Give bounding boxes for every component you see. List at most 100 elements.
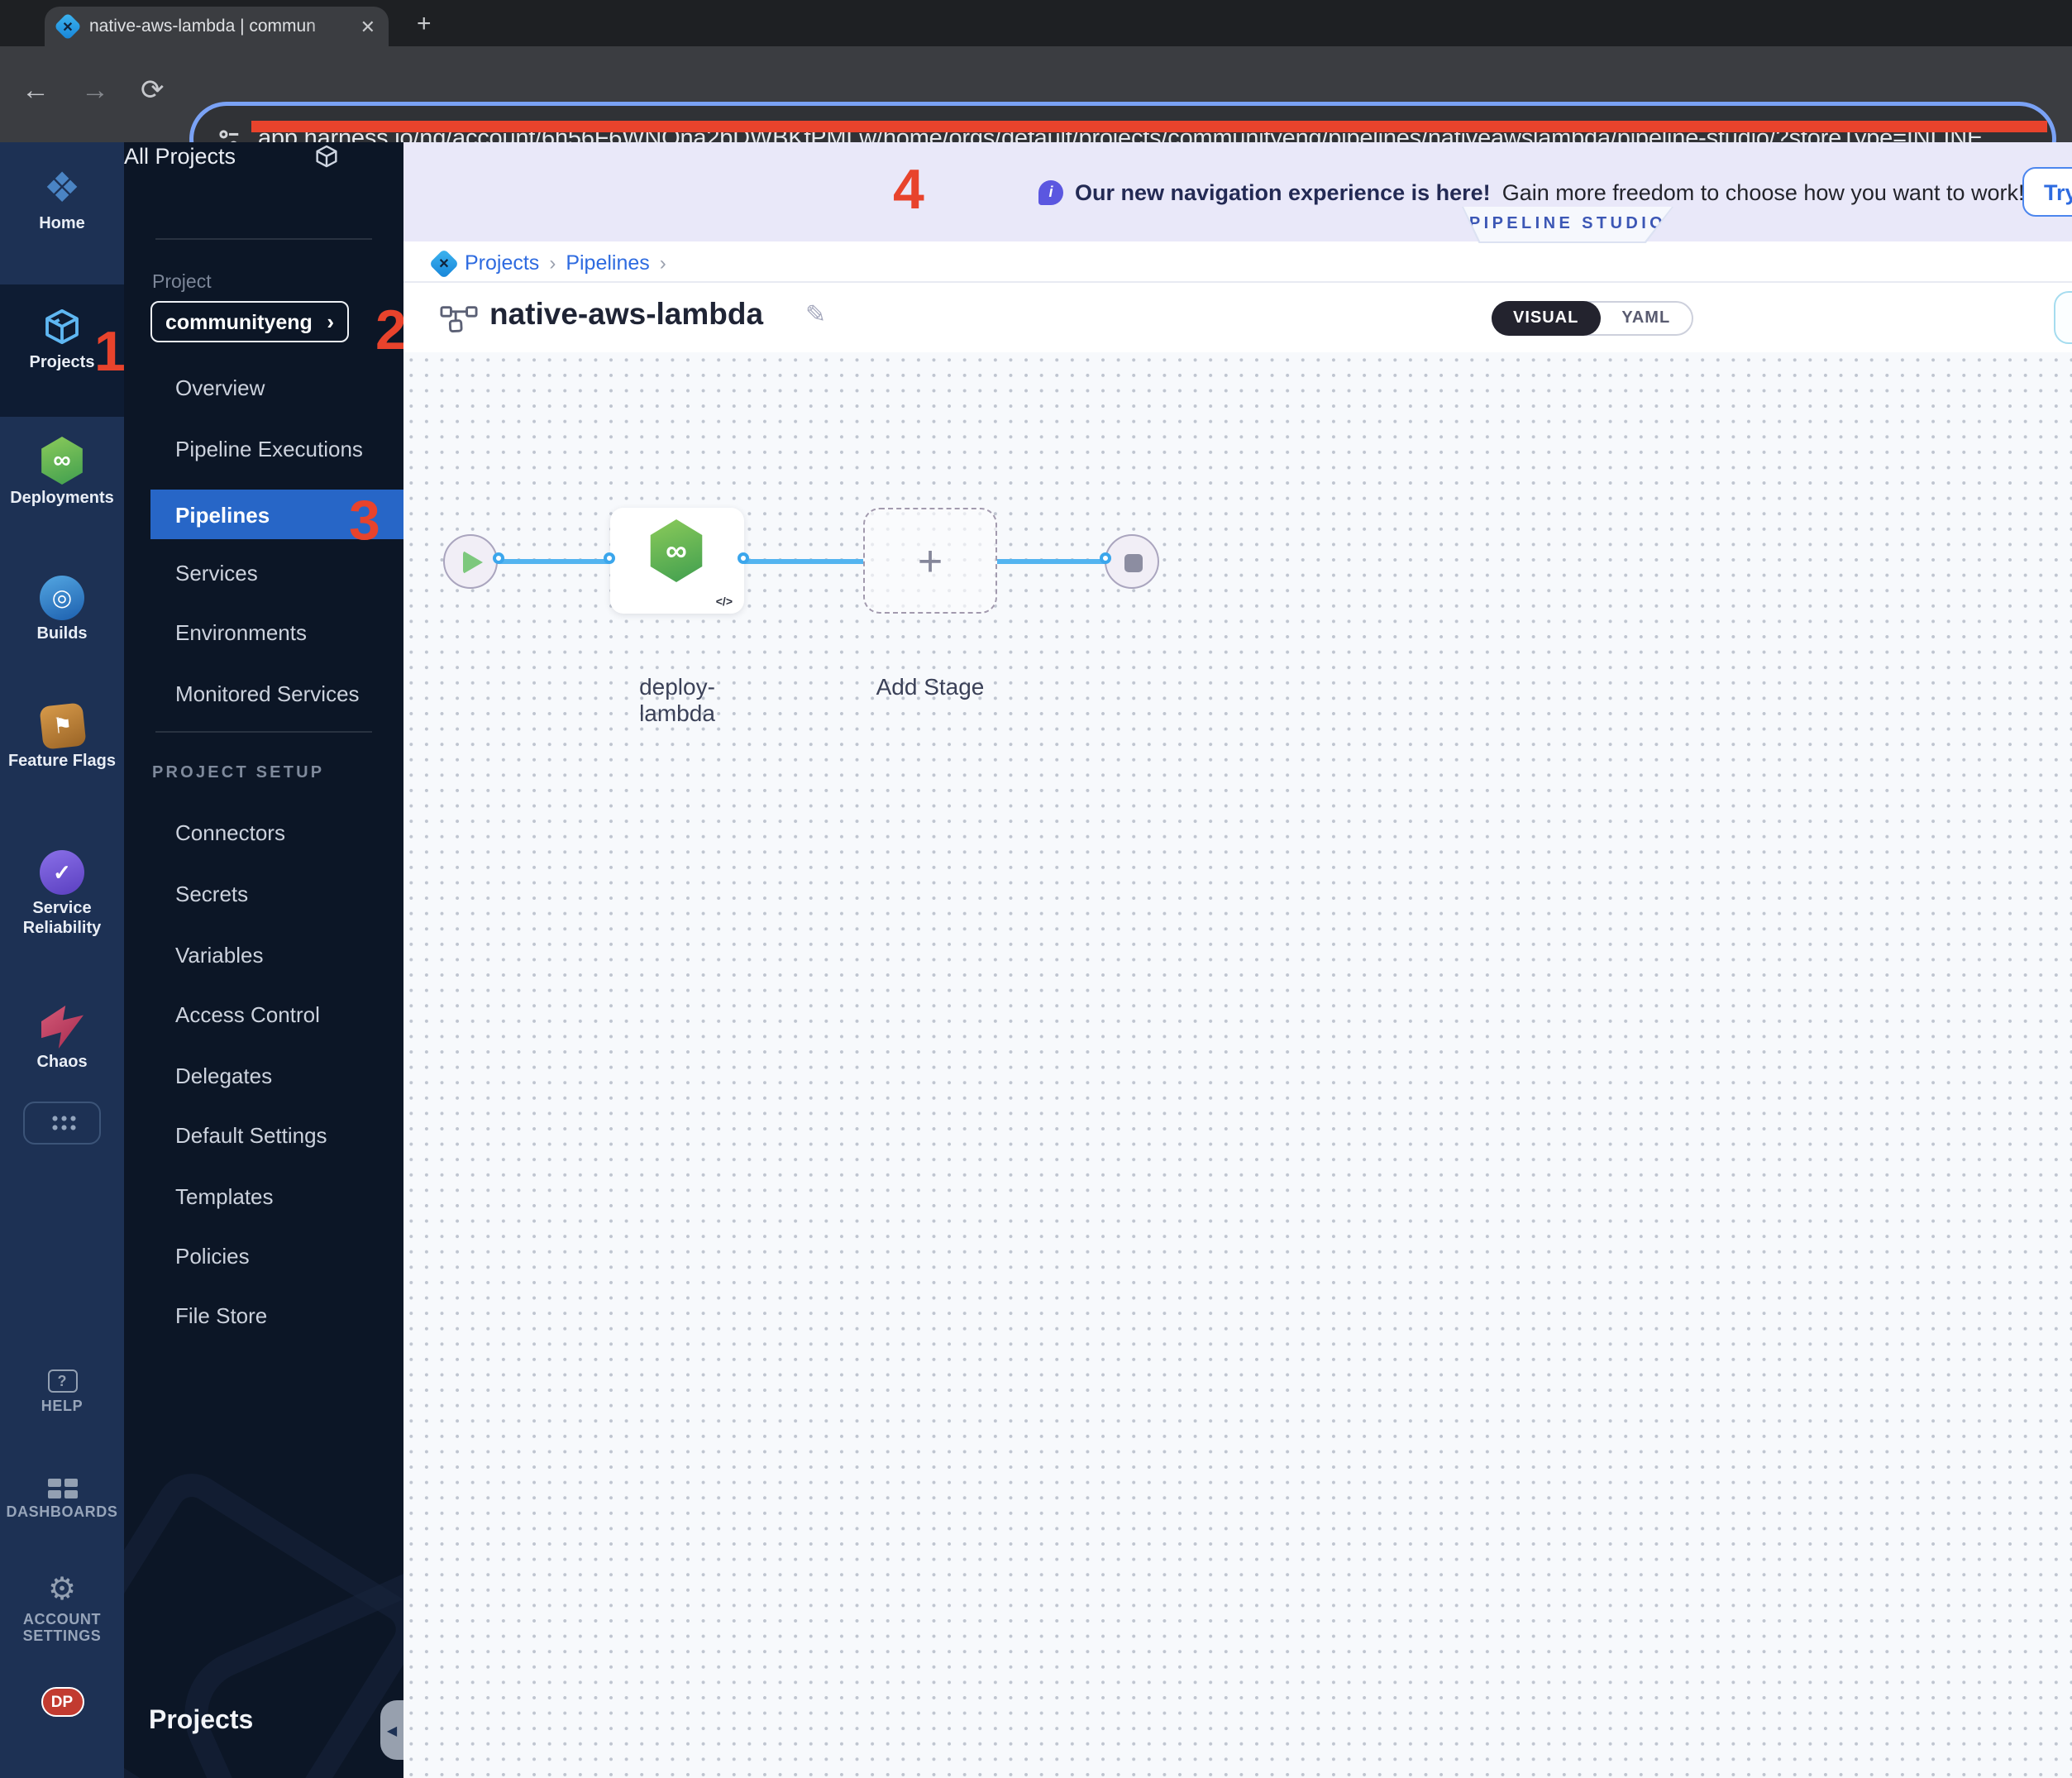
clipped-edge-button[interactable] — [2054, 291, 2072, 344]
nav-item-deployments[interactable]: ∞ Deployments — [0, 437, 124, 509]
harness-favicon: ✕ — [54, 12, 82, 41]
browser-tab[interactable]: ✕ native-aws-lambda | commun ✕ — [45, 7, 389, 46]
nav-item-help[interactable]: ? HELP — [0, 1369, 124, 1415]
chevron-right-icon: › — [327, 309, 334, 334]
annotation-1: 1 — [94, 321, 126, 384]
pipeline-canvas[interactable]: ∞ </> + deploy-lambda Add Stage — [403, 352, 2072, 1778]
edit-pencil-icon[interactable]: ✎ — [805, 299, 826, 329]
project-label: Project — [152, 273, 212, 293]
try-button[interactable]: Try — [2022, 167, 2072, 217]
toggle-visual[interactable]: VISUAL — [1492, 300, 1601, 335]
stage-deploy-lambda[interactable]: ∞ </> — [610, 508, 744, 614]
new-nav-banner: i Our new navigation experience is here!… — [403, 142, 2072, 241]
harness-pipeline-studio-screenshot: ✕ native-aws-lambda | commun ✕ + ← → ⟳ a… — [0, 0, 2072, 1778]
collapse-icon: ◀ — [386, 1723, 398, 1737]
module-picker-button[interactable] — [23, 1102, 101, 1145]
edge-stage-to-add — [744, 559, 863, 564]
breadcrumb-projects-link[interactable]: Projects — [465, 251, 539, 275]
connector-port[interactable] — [738, 552, 749, 563]
gear-icon: ⚙ — [47, 1573, 77, 1608]
project-selector[interactable]: communityeng › — [150, 301, 349, 342]
all-projects-button[interactable]: All Projects — [124, 142, 341, 170]
project-sidebar: All Projects Project communityeng › Over… — [124, 142, 403, 1778]
edge-add-to-end — [997, 559, 1106, 564]
chevron-right-icon: › — [549, 251, 556, 275]
connector-port[interactable] — [493, 552, 504, 563]
connector-port[interactable] — [604, 552, 615, 563]
sidebar-item-environments[interactable]: Environments — [175, 620, 307, 645]
nav-item-feature-flags[interactable]: ⚑ Feature Flags — [0, 702, 124, 772]
nav-item-chaos[interactable]: Chaos — [0, 1006, 124, 1073]
sidebar-item-pipeline-executions[interactable]: Pipeline Executions — [175, 437, 363, 461]
chaos-icon — [41, 1006, 84, 1049]
info-icon: i — [1038, 179, 1063, 204]
edge-start-to-stage — [499, 559, 615, 564]
reload-icon[interactable]: ⟳ — [141, 74, 165, 108]
sidebar-item-access-control[interactable]: Access Control — [175, 1002, 320, 1027]
add-stage-node[interactable]: + — [863, 508, 997, 614]
pipeline-title-row: native-aws-lambda ✎ VISUAL YAML — [403, 283, 2072, 352]
annotation-2: 2 — [375, 303, 403, 359]
sidebar-divider — [155, 238, 372, 240]
toggle-yaml[interactable]: YAML — [1600, 309, 1692, 327]
sidebar-footer-title: Projects — [149, 1707, 254, 1735]
breadcrumb-pipelines-link[interactable]: Pipelines — [566, 251, 649, 275]
code-icon: </> — [715, 597, 733, 609]
sidebar-item-monitored-services[interactable]: Monitored Services — [175, 681, 360, 706]
sidebar-item-delegates[interactable]: Delegates — [175, 1063, 272, 1088]
left-nav-rail: ❖ Home Projects ∞ Deployments ◎ Builds ⚑… — [0, 142, 126, 1778]
sidebar-item-templates[interactable]: Templates — [175, 1184, 274, 1209]
pipeline-end-node[interactable] — [1105, 534, 1159, 589]
user-avatar[interactable]: DP — [0, 1687, 124, 1717]
sidebar-divider — [155, 731, 372, 733]
pipeline-title: native-aws-lambda — [489, 296, 764, 331]
back-icon[interactable]: ← — [21, 74, 50, 108]
pipeline-studio-tag: PIPELINE STUDIO — [1462, 207, 1673, 243]
stage-name-label: deploy-lambda — [639, 673, 715, 726]
dashboards-icon — [47, 1479, 77, 1498]
nav-item-account-settings[interactable]: ⚙ ACCOUNT SETTINGS — [0, 1575, 124, 1645]
sidebar-item-default-settings[interactable]: Default Settings — [175, 1123, 327, 1148]
forward-icon[interactable]: → — [81, 74, 109, 108]
cd-stage-icon: ∞ — [650, 519, 703, 582]
browser-tab-strip: ✕ native-aws-lambda | commun ✕ + — [0, 0, 2072, 46]
sidebar-item-pipelines[interactable]: Pipelines — [175, 503, 270, 528]
tab-close-icon[interactable]: ✕ — [360, 16, 375, 37]
apps-grid-icon — [49, 1113, 75, 1133]
sidebar-collapse-handle[interactable]: ◀ — [380, 1700, 403, 1760]
harness-logo-icon: ✕ — [428, 247, 460, 279]
projects-cube-icon — [45, 308, 79, 345]
tab-title: native-aws-lambda | commun — [89, 17, 316, 36]
deployments-icon: ∞ — [41, 437, 83, 485]
sidebar-item-policies[interactable]: Policies — [175, 1244, 250, 1269]
annotation-url-underline — [251, 121, 2047, 131]
nav-item-service-reliability[interactable]: ✓ Service Reliability — [0, 850, 124, 938]
add-stage-label: Add Stage — [876, 673, 985, 700]
connector-port[interactable] — [1100, 552, 1111, 563]
sidebar-item-overview[interactable]: Overview — [175, 375, 265, 400]
nav-item-home[interactable]: ❖ Home — [0, 165, 124, 234]
nav-item-dashboards[interactable]: DASHBOARDS — [0, 1479, 124, 1521]
main-content: i Our new navigation experience is here!… — [403, 142, 2072, 1778]
stop-icon — [1124, 553, 1142, 571]
banner-strong-text: Our new navigation experience is here! — [1075, 179, 1491, 204]
pipeline-start-node[interactable] — [443, 534, 498, 589]
home-icon: ❖ — [43, 165, 81, 212]
nav-item-builds[interactable]: ◎ Builds — [0, 576, 124, 644]
help-icon: ? — [47, 1369, 77, 1393]
sidebar-item-connectors[interactable]: Connectors — [175, 820, 285, 845]
breadcrumb: ✕ Projects › Pipelines › — [428, 245, 666, 281]
sidebar-item-variables[interactable]: Variables — [175, 943, 263, 968]
sidebar-item-file-store[interactable]: File Store — [175, 1303, 267, 1328]
project-setup-heading: PROJECT SETUP — [152, 764, 325, 782]
service-reliability-icon: ✓ — [40, 850, 84, 895]
pipeline-icon — [440, 306, 478, 333]
visual-yaml-toggle[interactable]: VISUAL YAML — [1492, 300, 1694, 336]
annotation-4: 4 — [893, 159, 924, 222]
plus-icon: + — [917, 535, 943, 585]
annotation-3: 3 — [349, 490, 380, 552]
new-tab-button[interactable]: + — [417, 10, 432, 38]
all-projects-cube-icon — [316, 145, 337, 168]
sidebar-item-services[interactable]: Services — [175, 561, 258, 585]
sidebar-item-secrets[interactable]: Secrets — [175, 882, 248, 906]
